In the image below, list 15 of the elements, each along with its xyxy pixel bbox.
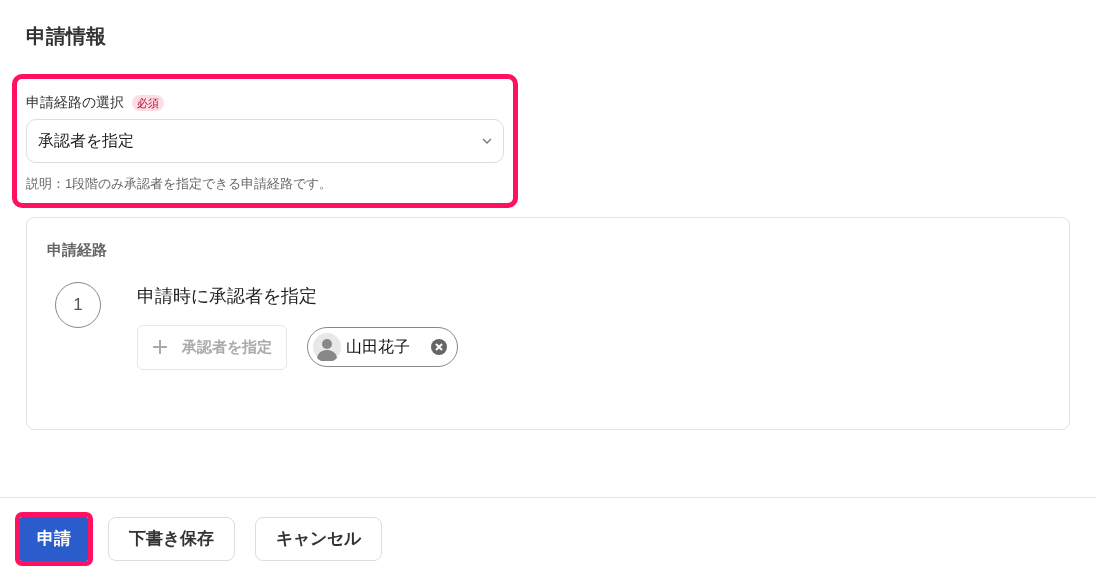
submit-button[interactable]: 申請 bbox=[20, 516, 88, 561]
required-badge: 必須 bbox=[132, 94, 164, 111]
secondary-button[interactable]: 下書き保存 bbox=[108, 516, 235, 561]
remove-icon[interactable] bbox=[431, 339, 447, 355]
secondary-button[interactable]: キャンセル bbox=[255, 516, 382, 561]
approver-name: 山田花子 bbox=[346, 337, 410, 357]
field-description: 説明：1段階のみ承認者を指定できる申請経路です。 bbox=[26, 175, 334, 193]
route-dropdown[interactable]: 承認者を指定 bbox=[26, 119, 504, 163]
plus-icon bbox=[152, 339, 168, 355]
person-icon bbox=[313, 333, 341, 361]
section-title: 申請情報 bbox=[26, 24, 107, 49]
step-title: 申請時に承認者を指定 bbox=[137, 284, 318, 308]
chevron-down-icon bbox=[482, 138, 492, 144]
field-label: 申請経路の選択 bbox=[26, 93, 124, 112]
card-title: 申請経路 bbox=[47, 239, 108, 260]
